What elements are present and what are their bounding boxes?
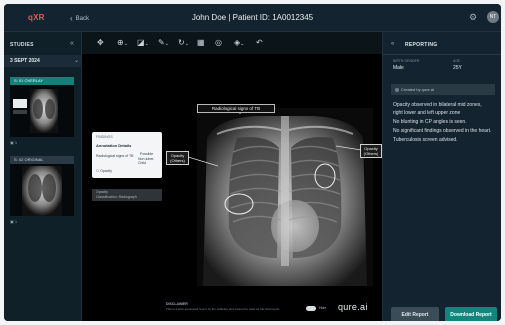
layers-icon[interactable]: ◈⌄ (234, 38, 244, 47)
series-original[interactable]: S: 02 ORIGINAL ▣ 1 (10, 156, 74, 224)
annotation-title-label[interactable]: Radiological signs of TB (197, 104, 275, 113)
series-thumbnail[interactable] (10, 164, 74, 216)
info-icon (395, 87, 399, 92)
undo-icon[interactable]: ↶ (256, 38, 263, 47)
created-by-text: Created by qure.ai (401, 87, 434, 92)
grid-icon[interactable]: ▦ (197, 38, 205, 47)
studies-heading: STUDIES (10, 42, 34, 48)
popup-footer-sub: Classification: Radiograph (96, 195, 137, 199)
rotate-icon[interactable]: ↻⌄ (178, 38, 189, 47)
findings-popup-footer[interactable]: Opacity Classification: Radiograph (92, 189, 162, 201)
report-line[interactable]: No significant findings observed in the … (393, 128, 491, 134)
series-image-count: ▣ 1 (10, 140, 18, 145)
zoom-icon[interactable]: ⊕⌄ (117, 38, 128, 47)
brand-logo: qure.ai (338, 302, 368, 312)
study-date-row[interactable]: 3 SEPT 2024 ⌄ (4, 55, 82, 67)
leader-line-right (336, 145, 361, 151)
popup-tag[interactable]: ☐ Opacity (96, 169, 112, 173)
avatar[interactable]: NT (487, 11, 499, 23)
gender-label: BIRTH GENDER (393, 59, 420, 63)
collapse-panel-icon[interactable]: « (391, 41, 394, 47)
popup-footer-label: Opacity (96, 190, 108, 194)
popup-row-sub: Non-tuber. Child (138, 157, 155, 165)
series-label: S: 01 OVERLAY (10, 77, 74, 85)
findings-popup[interactable]: FINDINGS Annotation Details Radiological… (92, 132, 162, 178)
popup-title: Annotation Details (96, 143, 132, 148)
contrast-icon[interactable]: ◪⌄ (137, 38, 149, 47)
divider (383, 54, 501, 55)
viewer-toolbar: ✥ ⊕⌄ ◪⌄ ✎⌄ ↻⌄ ▦ ◎ ◈⌄ ↶ (82, 32, 382, 54)
gender-value: Male (393, 65, 404, 71)
move-icon[interactable]: ✥ (97, 38, 104, 47)
edit-report-button[interactable]: Edit Report (391, 307, 439, 321)
study-date: 3 SEPT 2024 (10, 58, 40, 64)
series-image-count: ▣ 1 (10, 219, 18, 224)
opacity-tag-right[interactable]: Opacity (Others) (360, 144, 382, 158)
download-report-button[interactable]: Download Report (445, 307, 497, 321)
panel-title: REPORTING (405, 42, 438, 48)
circle-icon[interactable]: ◎ (215, 38, 222, 47)
age-label: AGE (453, 59, 461, 63)
disclaimer: DISCLAIMER This is a auto generated repo… (166, 302, 316, 311)
top-bar: qXR ‹ Back John Doe | Patient ID: 1A00123… (4, 4, 501, 32)
report-line[interactable]: No blunting in CP angles is seen. (393, 119, 467, 125)
reporting-panel: « REPORTING BIRTH GENDER Male AGE 25Y Cr… (382, 32, 501, 321)
popup-row-value: Possible (140, 152, 154, 156)
popup-header: FINDINGS (96, 135, 113, 139)
gear-icon[interactable]: ⚙ (469, 12, 477, 23)
disclaimer-text: This is a auto generated report by the s… (166, 307, 281, 311)
report-line[interactable]: Tuberculosis screen advised. (393, 137, 458, 143)
report-line[interactable]: right lower and left upper zone (393, 110, 460, 116)
hide-toggle[interactable] (306, 306, 316, 311)
series-thumbnail[interactable] (10, 85, 74, 137)
collapse-sidebar-icon[interactable]: « (70, 40, 74, 47)
studies-sidebar: STUDIES « 3 SEPT 2024 ⌄ S: 01 OVERLAY ▣ … (4, 32, 82, 321)
series-label: S: 02 ORIGINAL (10, 156, 74, 164)
chest-xray-image[interactable] (197, 108, 373, 286)
xray-thumbnail-image (13, 89, 58, 133)
image-viewer[interactable]: ✥ ⊕⌄ ◪⌄ ✎⌄ ↻⌄ ▦ ◎ ◈⌄ ↶ Radiological sign… (82, 32, 382, 321)
leader-line-left (188, 156, 218, 167)
age-value: 25Y (453, 65, 462, 71)
report-line[interactable]: Opacity observed in bilateral mid zones, (393, 102, 482, 108)
series-overlay[interactable]: S: 01 OVERLAY ▣ 1 (10, 77, 74, 145)
opacity-tag-left[interactable]: Opacity (Others) (166, 151, 189, 165)
annotate-icon[interactable]: ✎⌄ (158, 38, 169, 47)
xray-thumbnail-image (22, 166, 62, 216)
app-window: qXR ‹ Back John Doe | Patient ID: 1A00123… (4, 4, 501, 321)
popup-row-label: Radiological signs of TB (96, 154, 134, 158)
disclaimer-heading: DISCLAIMER (166, 302, 188, 306)
toggle-label: Hide (319, 306, 327, 310)
patient-title: John Doe | Patient ID: 1A0012345 (191, 13, 314, 22)
created-by-badge: Created by qure.ai (391, 84, 495, 95)
chevron-down-icon: ⌄ (74, 58, 80, 64)
